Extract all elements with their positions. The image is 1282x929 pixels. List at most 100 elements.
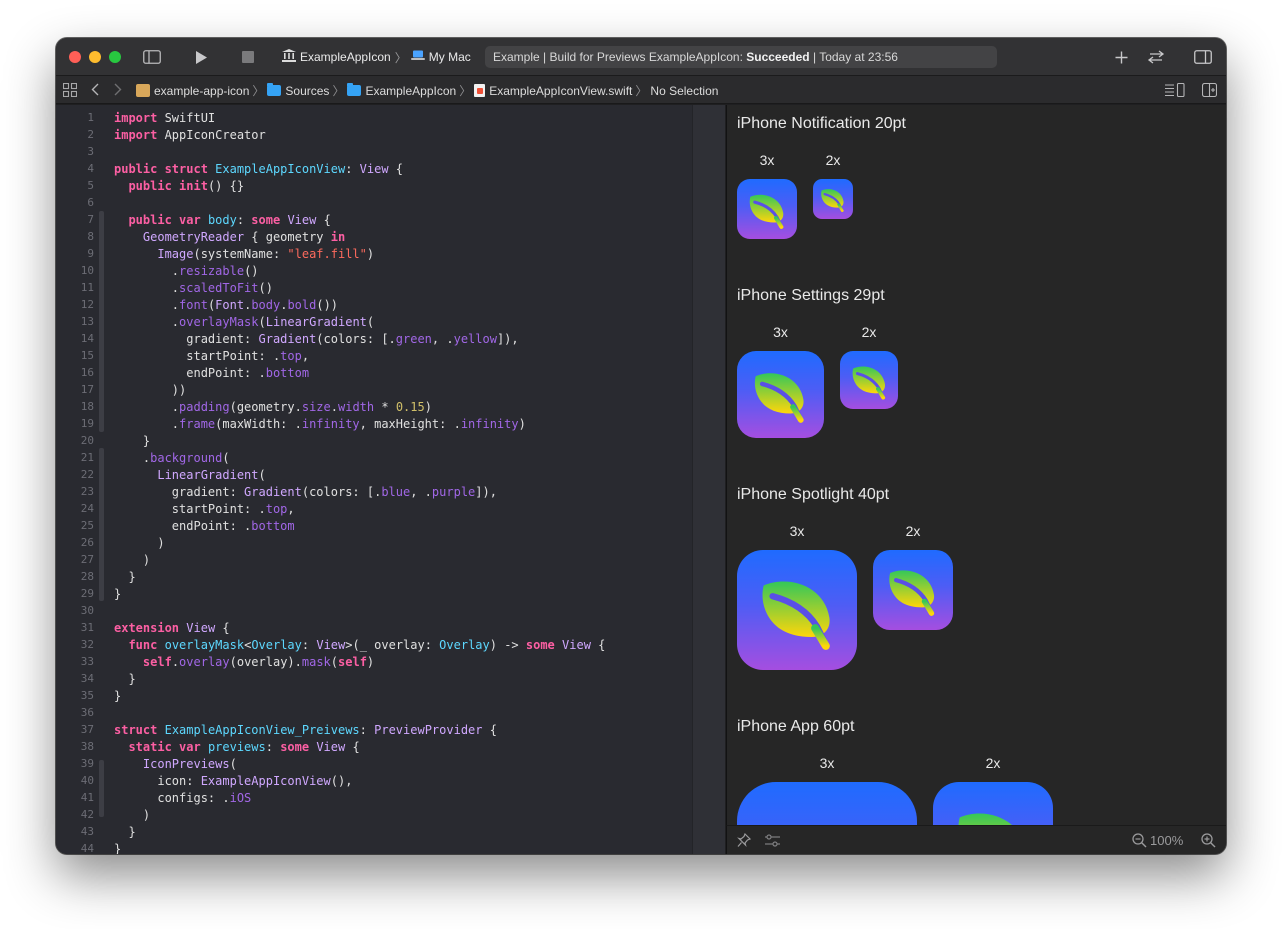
code-line[interactable]: 29} <box>56 585 693 602</box>
code-line[interactable]: 2 import AppIconCreator <box>56 126 693 143</box>
code-line[interactable]: 1 import SwiftUI <box>56 109 693 126</box>
leaf-icon <box>755 373 804 424</box>
code-token: { <box>482 722 497 737</box>
code-token: top <box>265 501 288 516</box>
code-line[interactable]: 24 startPoint: .top, <box>56 500 693 517</box>
section-title-settings: iPhone Settings 29pt <box>737 287 885 304</box>
code-line[interactable]: 34 } <box>56 670 693 687</box>
code-line[interactable]: 28 } <box>56 568 693 585</box>
code-token: public struct <box>114 161 208 176</box>
code-line[interactable]: 21 .background( <box>56 449 693 466</box>
code-line[interactable]: 11 .scaledToFit() <box>56 279 693 296</box>
section-title-app: iPhone App 60pt <box>737 718 855 735</box>
swap-icon[interactable] <box>1145 47 1167 67</box>
preview-canvas[interactable]: iPhone Notification 20pt 3x 2x iPhone Se… <box>726 105 1226 825</box>
code-line[interactable]: 37 struct ExampleAppIconView_Preivews: Pr… <box>56 721 693 738</box>
code-line[interactable]: 18 .padding(geometry.size.width * 0.15) <box>56 398 693 415</box>
code-line[interactable]: 10 .resizable() <box>56 262 693 279</box>
chevron-right-icon: 〉 <box>252 84 265 98</box>
code-token: self <box>338 654 367 669</box>
forward-icon[interactable] <box>114 83 122 99</box>
code-line[interactable]: 25 endPoint: .bottom <box>56 517 693 534</box>
code-line[interactable]: 23 gradient: Gradient(colors: [.blue, .p… <box>56 483 693 500</box>
minimize-window-button[interactable] <box>89 51 101 63</box>
code-line[interactable]: 42 ) <box>56 806 693 823</box>
line-number: 23 <box>80 485 94 498</box>
code-token: extension <box>114 620 180 635</box>
sidebar-toggle-icon[interactable] <box>142 47 162 67</box>
zoom-window-button[interactable] <box>109 51 121 63</box>
zoom-out-icon[interactable] <box>1132 833 1147 851</box>
code-line[interactable]: 19 .frame(maxWidth: .infinity, maxHeight… <box>56 415 693 432</box>
line-number: 13 <box>80 315 94 328</box>
code-line[interactable]: 43 } <box>56 823 693 840</box>
code-token: Gradient <box>244 484 302 499</box>
code-line[interactable]: 5 public init() {} <box>56 177 693 194</box>
code-line[interactable]: 8 GeometryReader { geometry in <box>56 228 693 245</box>
line-number: 40 <box>80 774 94 787</box>
code-line[interactable]: 12 .font(Font.body.bold()) <box>56 296 693 313</box>
inspector-icon[interactable] <box>1193 47 1213 67</box>
code-token: . <box>114 297 180 312</box>
zoom-in-icon[interactable] <box>1201 833 1216 851</box>
code-line[interactable]: 31 extension View { <box>56 619 693 636</box>
line-number: 3 <box>87 145 94 158</box>
breadcrumb-sources[interactable]: Sources <box>267 83 329 98</box>
code-line[interactable]: 41 configs: .iOS <box>56 789 693 806</box>
code-line[interactable]: 14 gradient: Gradient(colors: [.green, .… <box>56 330 693 347</box>
code-line[interactable]: 15 startPoint: .top, <box>56 347 693 364</box>
code-line[interactable]: 33 self.overlay(overlay).mask(self) <box>56 653 693 670</box>
code-line[interactable]: 20 } <box>56 432 693 449</box>
code-text: .overlayMask(LinearGradient( <box>114 315 374 329</box>
variants-icon[interactable] <box>765 834 780 850</box>
code-line[interactable]: 7 public var body: some View { <box>56 211 693 228</box>
code-token: bold <box>287 297 317 312</box>
code-line[interactable]: 40 icon: ExampleAppIconView(), <box>56 772 693 789</box>
code-line[interactable]: 26 ) <box>56 534 693 551</box>
leaf-icon <box>958 813 1012 825</box>
zoom-level[interactable]: 100% <box>1150 833 1183 848</box>
plus-icon[interactable] <box>1113 47 1129 67</box>
code-token: some <box>251 212 281 227</box>
play-icon[interactable] <box>192 47 210 67</box>
breadcrumb-module[interactable]: ExampleAppIcon <box>347 83 456 98</box>
code-token: } <box>114 824 136 839</box>
add-editor-icon[interactable] <box>1201 82 1218 100</box>
code-line[interactable]: 30 <box>56 602 693 619</box>
code-line[interactable]: 35} <box>56 687 693 704</box>
code-line[interactable]: 32 func overlayMask<Overlay: View>(_ ove… <box>56 636 693 653</box>
source-editor[interactable]: 1 import SwiftUI 2 import AppIconCreator 3 4 p… <box>56 105 693 854</box>
code-line[interactable]: 38 static var previews: some View { <box>56 738 693 755</box>
code-line[interactable]: 44} <box>56 840 693 855</box>
pin-icon[interactable] <box>737 832 752 851</box>
grid-icon[interactable] <box>62 82 78 100</box>
code-token: ExampleAppIconView_Preivews <box>164 722 360 737</box>
code-line[interactable]: 4 public struct ExampleAppIconView: View … <box>56 160 693 177</box>
adjust-editor-icon[interactable] <box>1165 82 1185 100</box>
breadcrumb-selection[interactable]: No Selection <box>650 84 718 98</box>
code-line[interactable]: 13 .overlayMask(LinearGradient( <box>56 313 693 330</box>
destination-label: My Mac <box>428 50 471 64</box>
code-line[interactable]: 27 ) <box>56 551 693 568</box>
code-line[interactable]: 17 )) <box>56 381 693 398</box>
code-line[interactable]: 22 LinearGradient( <box>56 466 693 483</box>
line-number: 6 <box>87 196 94 209</box>
stop-icon[interactable] <box>240 47 256 67</box>
code-line[interactable]: 9 Image(systemName: "leaf.fill") <box>56 245 693 262</box>
app-icon-preview <box>933 782 1053 825</box>
close-window-button[interactable] <box>69 51 81 63</box>
breadcrumb-file[interactable]: ExampleAppIconView.swift <box>474 84 632 98</box>
code-line[interactable]: 3 <box>56 143 693 160</box>
code-token: icon: <box>114 773 201 788</box>
line-number: 8 <box>87 230 94 243</box>
breadcrumb-package[interactable]: example-app-icon <box>136 84 249 98</box>
back-icon[interactable] <box>91 83 99 99</box>
editor-scrollbar[interactable] <box>692 105 725 854</box>
code-line[interactable]: 39 IconPreviews( <box>56 755 693 772</box>
code-line[interactable]: 16 endPoint: .bottom <box>56 364 693 381</box>
code-line[interactable]: 36 <box>56 704 693 721</box>
code-text: } <box>114 689 121 703</box>
code-line[interactable]: 6 <box>56 194 693 211</box>
scheme-selector[interactable]: ExampleAppIcon 〉 My Mac <box>282 48 471 66</box>
